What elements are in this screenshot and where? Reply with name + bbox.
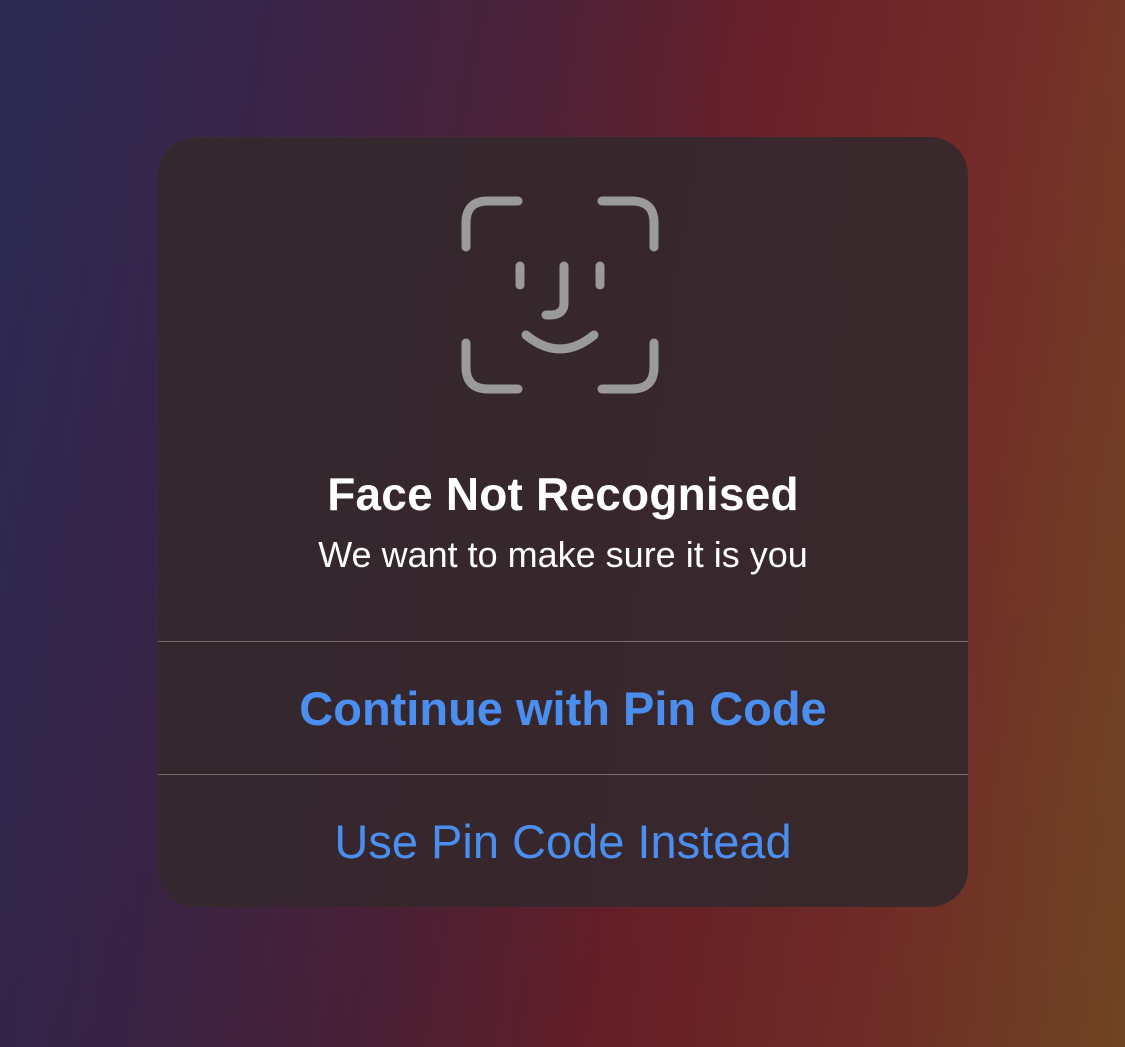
alert-title: Face Not Recognised xyxy=(327,468,799,520)
continue-with-pin-code-button[interactable]: Continue with Pin Code xyxy=(158,642,968,774)
face-id-alert: Face Not Recognised We want to make sure… xyxy=(158,137,968,907)
use-pin-code-instead-button[interactable]: Use Pin Code Instead xyxy=(158,775,968,907)
alert-message: We want to make sure it is you xyxy=(318,534,808,575)
face-id-icon xyxy=(461,196,659,394)
